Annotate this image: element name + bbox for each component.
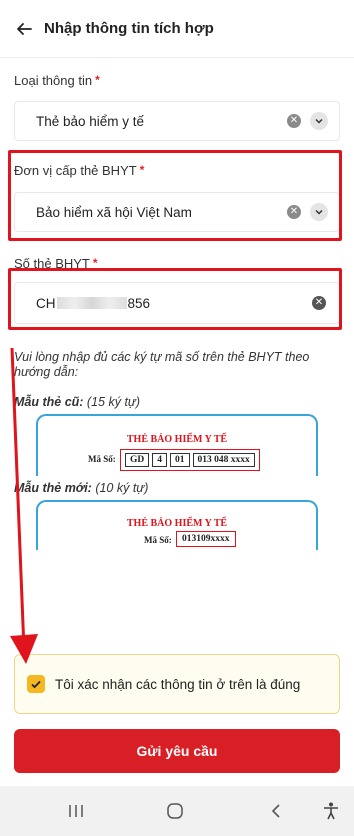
hint-text: Vui lòng nhập đủ các ký tự mã số trên th…: [14, 350, 310, 379]
accessibility-icon[interactable]: [316, 786, 346, 836]
old-ms-cell: GD: [125, 453, 150, 467]
info-type-value: Thẻ bảo hiểm y tế: [36, 113, 145, 129]
clear-icon[interactable]: ✕: [287, 114, 301, 128]
old-sample-label: Mẫu thẻ cũ: (15 ký tự): [14, 395, 140, 409]
info-type-select[interactable]: Thẻ bảo hiểm y tế ✕: [14, 101, 340, 141]
old-ms-label: Mã Số:: [88, 454, 116, 464]
old-ms-cell: 013 048 xxxx: [192, 453, 255, 467]
new-ms-label: Mã Số:: [144, 535, 172, 545]
chevron-down-icon[interactable]: [310, 112, 328, 130]
info-type-label-text: Loại thông tin: [14, 73, 93, 88]
old-sample-label-bold: Mẫu thẻ cũ:: [14, 395, 84, 409]
page-title: Nhập thông tin tích hợp: [44, 20, 214, 37]
home-icon[interactable]: [155, 786, 195, 836]
highlight-issuer: [8, 150, 342, 241]
new-sample-label-rest: (10 ký tự): [91, 481, 149, 495]
new-ms-code: 013109xxxx: [182, 534, 230, 544]
old-ms-box: GD 4 01 013 048 xxxx: [120, 449, 260, 471]
system-nav-bar: [0, 786, 354, 836]
submit-button[interactable]: Gửi yêu cầu: [14, 729, 340, 773]
old-ms-cell: 01: [170, 453, 190, 467]
new-sample-label: Mẫu thẻ mới: (10 ký tự): [14, 481, 148, 495]
back-nav-icon[interactable]: [256, 786, 296, 836]
info-type-label: Loại thông tin *: [14, 73, 100, 88]
app-header: Nhập thông tin tích hợp: [0, 0, 354, 58]
required-mark: *: [95, 73, 100, 87]
check-icon: [31, 680, 41, 689]
arrow-left-icon[interactable]: [16, 21, 32, 37]
recent-apps-icon[interactable]: [56, 786, 96, 836]
old-sample-label-rest: (15 ký tự): [83, 395, 140, 409]
new-card-title: THẺ BẢO HIỂM Y TẾ: [126, 518, 228, 529]
old-ms-cell: 4: [152, 453, 167, 467]
old-card-title: THẺ BẢO HIỂM Y TẾ: [126, 434, 228, 445]
confirm-row[interactable]: Tôi xác nhận các thông tin ở trên là đún…: [14, 654, 340, 714]
highlight-card-number: [8, 268, 342, 330]
old-card-image: THẺ BẢO HIỂM Y TẾ Mã Số: GD 4 01 013 048…: [36, 414, 318, 476]
new-sample-label-bold: Mẫu thẻ mới:: [14, 481, 92, 495]
new-card-image: THẺ BẢO HIỂM Y TẾ Mã Số: 013109xxxx: [36, 500, 318, 550]
new-ms-box: 013109xxxx: [176, 531, 236, 547]
confirm-checkbox[interactable]: [27, 675, 45, 693]
confirm-text: Tôi xác nhận các thông tin ở trên là đún…: [55, 676, 301, 692]
